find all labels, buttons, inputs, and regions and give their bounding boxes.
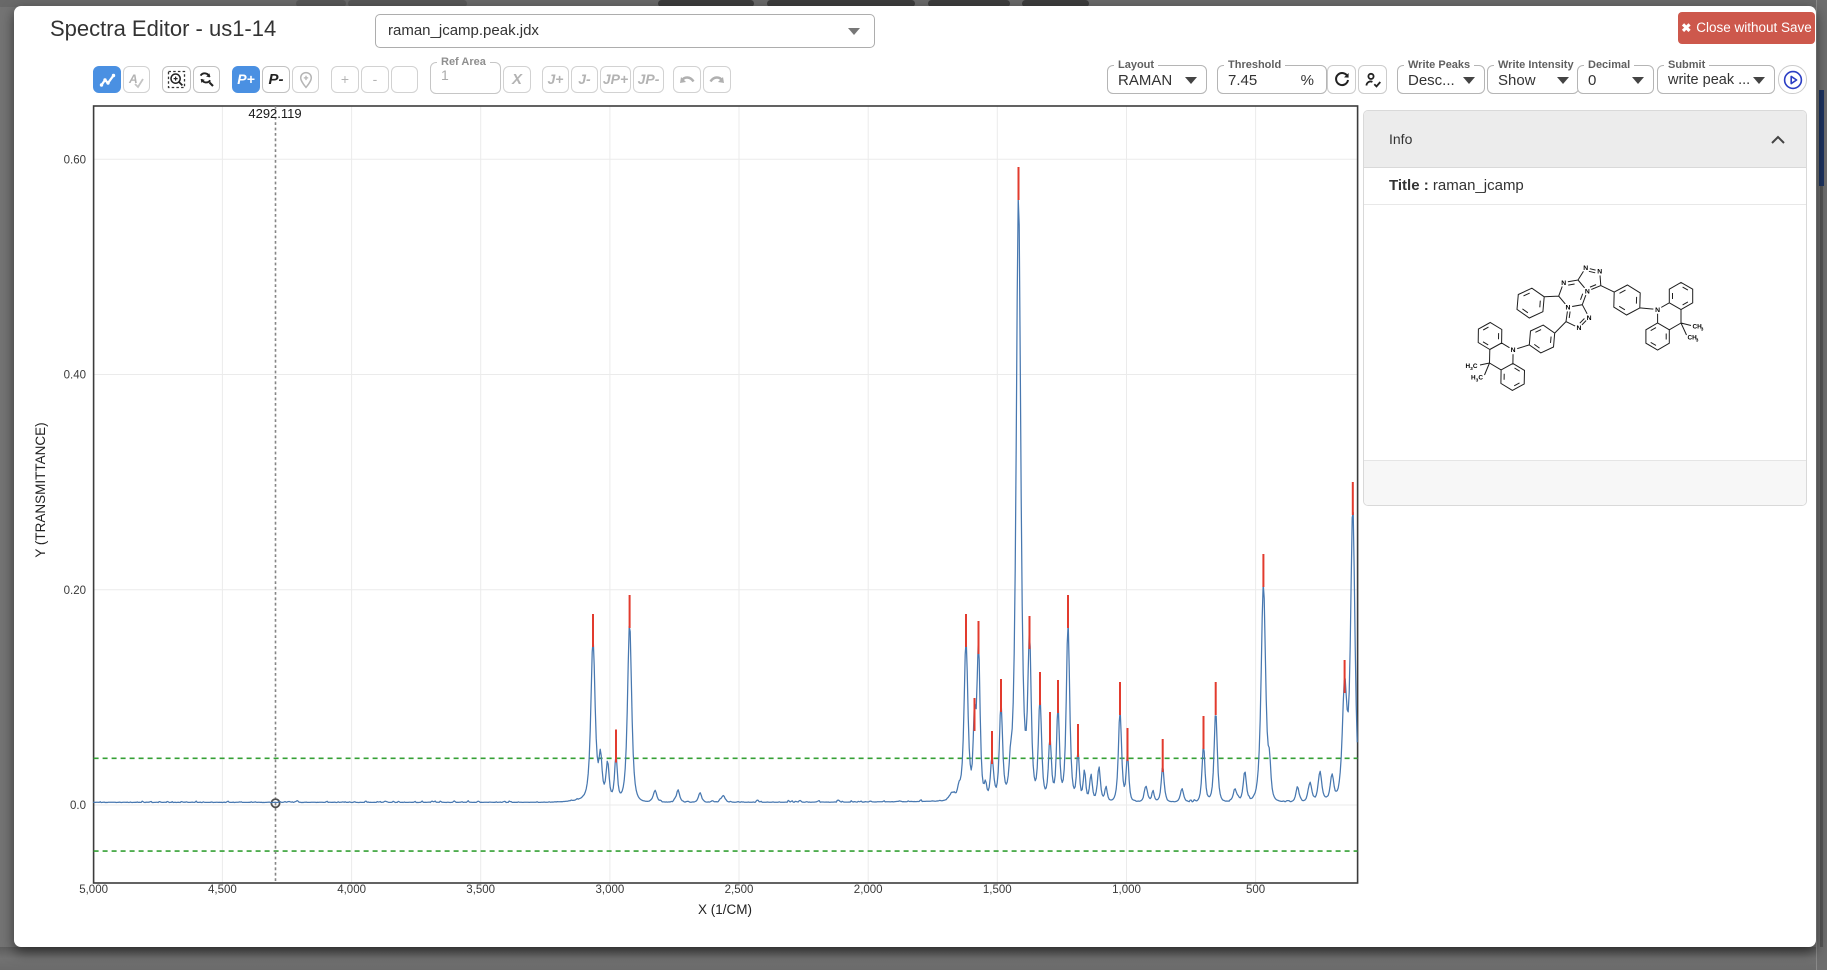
svg-text:A: A: [128, 72, 138, 86]
